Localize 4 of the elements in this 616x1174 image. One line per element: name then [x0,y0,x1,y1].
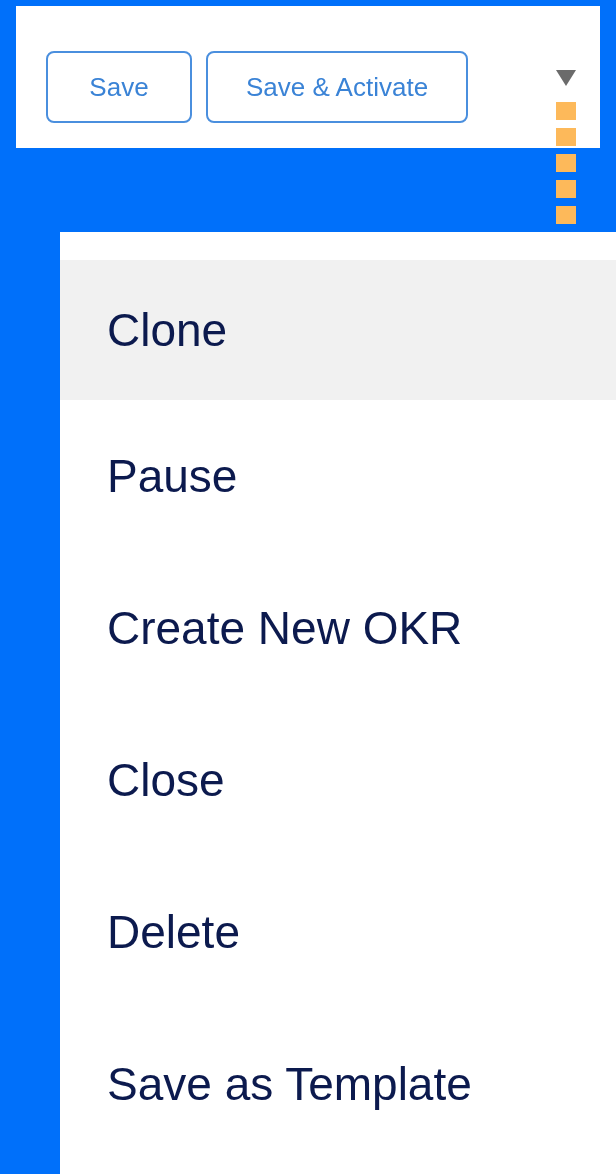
toolbar-button[interactable]: Save [46,51,192,123]
dropdown-caret-icon[interactable] [556,70,576,86]
menu-item[interactable]: Clone [60,260,616,400]
toolbar-button[interactable]: Save & Activate [206,51,469,123]
